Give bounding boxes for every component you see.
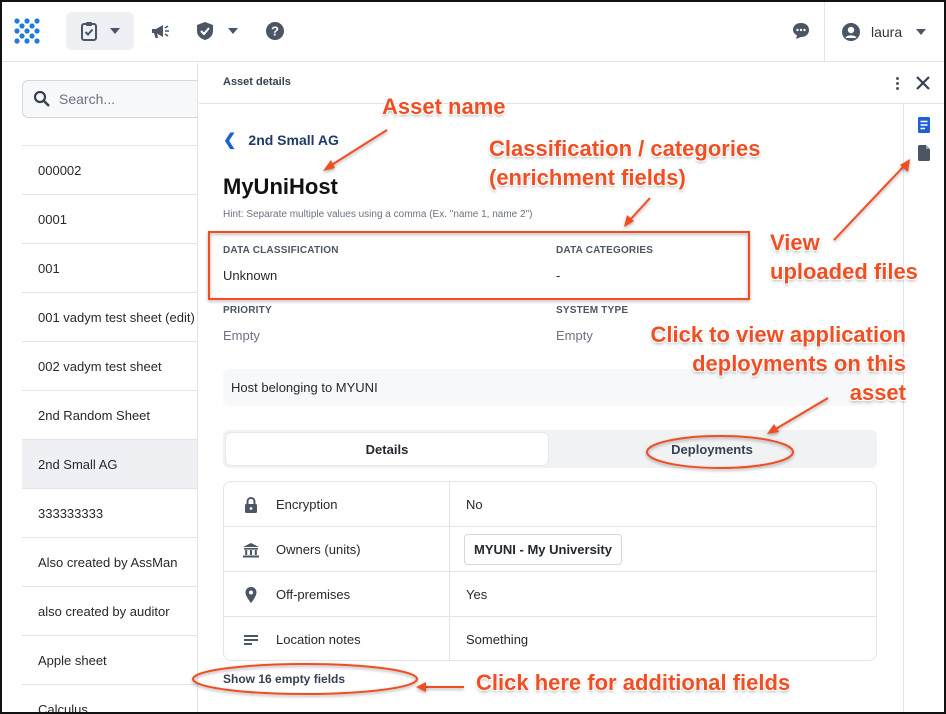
close-icon[interactable] — [913, 73, 933, 93]
row-divider — [449, 572, 450, 617]
detail-tabs: Details Deployments — [223, 430, 877, 468]
table-row: Encryption No — [224, 482, 876, 527]
show-empty-fields-link[interactable]: Show 16 empty fields — [223, 672, 345, 686]
app-window: ? laura Search... 000002 0001 001 001 va… — [0, 0, 946, 714]
row-value[interactable]: Yes — [466, 587, 487, 602]
list-item[interactable]: 002 vadym test sheet — [22, 342, 197, 391]
row-value[interactable]: Something — [466, 632, 528, 647]
help-button[interactable]: ? — [263, 18, 287, 44]
table-row: Owners (units) MYUNI - My University — [224, 527, 876, 572]
clipboard-check-icon — [81, 22, 97, 41]
row-value[interactable]: No — [466, 497, 483, 512]
assessments-menu-button[interactable] — [66, 12, 134, 50]
back-link-label: 2nd Small AG — [248, 132, 339, 148]
row-label: Location notes — [276, 632, 361, 647]
list-item[interactable]: 0001 — [22, 195, 197, 244]
annotation-classification-line2: (enrichment fields) — [489, 165, 686, 190]
location-pin-icon — [245, 587, 257, 603]
asset-list: 000002 0001 001 001 vadym test sheet (ed… — [22, 145, 197, 713]
row-label: Owners (units) — [276, 542, 361, 557]
chevron-down-icon — [228, 28, 238, 34]
chat-button[interactable] — [789, 18, 813, 44]
annotation-view-files-line2: uploaded files — [770, 259, 918, 284]
list-item[interactable]: Apple sheet — [22, 636, 197, 685]
institution-icon — [243, 543, 259, 558]
notes-lines-icon — [244, 635, 258, 645]
user-avatar-icon — [842, 23, 860, 41]
data-categories-label: DATA CATEGORIES — [556, 245, 654, 256]
chevron-down-icon — [916, 29, 927, 35]
annotation-view-files-line1: View — [770, 230, 820, 255]
list-item[interactable]: 000002 — [22, 146, 197, 195]
list-item[interactable]: 001 vadym test sheet (edit) — [22, 293, 197, 342]
svg-text:?: ? — [271, 24, 279, 39]
owner-unit-chip[interactable]: MYUNI - My University — [464, 534, 622, 565]
list-item[interactable]: 001 — [22, 244, 197, 293]
row-divider — [449, 617, 450, 660]
system-type-value[interactable]: Empty — [556, 328, 593, 343]
annotation-deployments-line3: asset — [849, 380, 906, 405]
search-box[interactable]: Search... — [22, 80, 197, 118]
chevron-down-icon — [110, 28, 120, 34]
details-table: Encryption No Owners (units) MYUNI - My … — [223, 481, 877, 661]
asset-name-heading[interactable]: MyUniHost — [223, 174, 338, 200]
security-menu-caret[interactable] — [221, 18, 245, 44]
priority-value[interactable]: Empty — [223, 328, 260, 343]
annotation-deployments-line2: deployments on this — [692, 351, 906, 376]
list-item[interactable]: 2nd Random Sheet — [22, 391, 197, 440]
priority-label: PRIORITY — [223, 305, 272, 316]
annotation-asset-name: Asset name — [382, 94, 506, 119]
user-name: laura — [871, 24, 903, 40]
table-row: Off-premises Yes — [224, 572, 876, 617]
chevron-left-icon: ❮ — [223, 132, 237, 149]
asset-list-pane: Search... 000002 0001 001 001 vadym test… — [2, 63, 198, 713]
tab-deployments[interactable]: Deployments — [550, 433, 874, 465]
row-label: Off-premises — [276, 587, 351, 602]
table-row: Location notes Something — [224, 617, 876, 660]
system-type-label: SYSTEM TYPE — [556, 305, 629, 316]
megaphone-icon — [152, 25, 169, 38]
list-item[interactable]: Also created by AssMan — [22, 538, 197, 587]
search-icon — [33, 90, 50, 107]
app-logo-icon[interactable] — [12, 16, 42, 46]
row-label: Encryption — [276, 497, 338, 512]
annotation-deployments-line1: Click to view application — [650, 322, 906, 347]
back-link[interactable]: ❮ 2nd Small AG — [223, 130, 339, 150]
side-tool-strip — [903, 104, 944, 712]
data-categories-value[interactable]: - — [556, 268, 560, 283]
details-document-icon[interactable] — [917, 116, 931, 134]
list-item[interactable]: also created by auditor — [22, 587, 197, 636]
search-input[interactable]: Search... — [59, 91, 115, 107]
panel-header: Asset details — [199, 63, 944, 104]
input-hint: Hint: Separate multiple values using a c… — [223, 209, 533, 220]
user-menu-button[interactable]: laura — [824, 2, 944, 62]
uploaded-files-icon[interactable] — [917, 144, 931, 162]
annotation-classification-line1: Classification / categories — [489, 136, 761, 161]
tab-details[interactable]: Details — [226, 433, 548, 465]
announcements-button[interactable] — [148, 18, 172, 44]
list-item[interactable]: 333333333 — [22, 489, 197, 538]
row-divider — [449, 527, 450, 572]
row-divider — [449, 482, 450, 527]
list-item[interactable]: Calculus — [22, 685, 197, 713]
more-options-icon[interactable] — [889, 73, 905, 93]
help-circle-icon: ? — [266, 22, 284, 40]
shield-check-icon — [197, 22, 213, 40]
lock-icon — [245, 496, 257, 513]
panel-title: Asset details — [223, 76, 291, 88]
data-classification-value[interactable]: Unknown — [223, 268, 277, 283]
annotation-additional-fields: Click here for additional fields — [476, 670, 791, 695]
top-navigation-bar: ? laura — [2, 2, 944, 62]
list-item-selected[interactable]: 2nd Small AG — [22, 440, 197, 489]
data-classification-label: DATA CLASSIFICATION — [223, 245, 339, 256]
chat-bubble-icon — [793, 23, 809, 39]
security-menu-button[interactable] — [193, 18, 217, 44]
